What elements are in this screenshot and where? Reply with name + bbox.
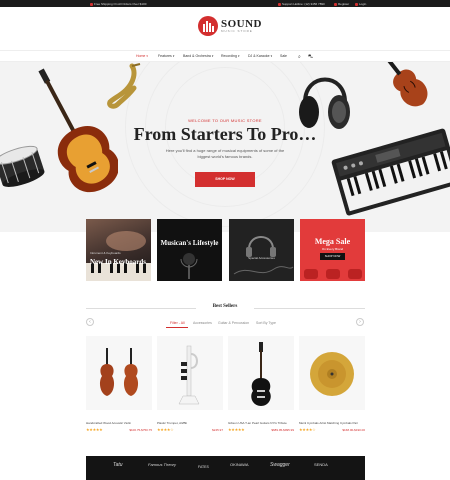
product-image[interactable] <box>299 336 365 410</box>
category-accessories-sub: Special Accessories <box>248 256 275 260</box>
chevron-down-icon: ▾ <box>172 54 175 58</box>
product-price: $245.97 <box>212 428 223 432</box>
nav-features[interactable]: Features▾ <box>158 54 174 58</box>
best-sellers-title: Best Sellers <box>212 304 238 309</box>
shipping-notice: Free Shipping On All Orders Over $100 <box>90 2 146 6</box>
nav-sale[interactable]: Sale <box>280 54 287 58</box>
product-image[interactable] <box>86 336 152 410</box>
category-accessories[interactable]: Special Accessories <box>229 219 294 281</box>
truck-icon <box>90 2 93 6</box>
brand-logos-bar: Tatu Famous Theory FATES OKINAWA Swagger… <box>86 456 365 480</box>
guitar-silhouette-image <box>304 269 362 279</box>
main-nav: Home▾ Features▾ Band & Orchestra▾ Record… <box>0 50 450 62</box>
category-lifestyle-title: Musican's Lifestyle <box>160 239 219 247</box>
chevron-down-icon: ▾ <box>270 54 273 58</box>
brand-logo[interactable]: Famous Theory <box>148 462 176 467</box>
brand-logo[interactable]: Swagger <box>270 462 290 468</box>
mega-sale-sub: On Every Brand <box>321 247 344 251</box>
category-keyboards-sub: Intrument & Keyboards <box>90 251 121 255</box>
lock-icon <box>355 2 358 6</box>
cart-icon[interactable]: ⛍ <box>308 54 313 61</box>
brand-logo[interactable]: OKINAWA <box>230 462 249 467</box>
brand-logo[interactable]: Tatu <box>113 462 123 468</box>
piano-keys-image <box>86 231 151 281</box>
logo-tagline: MUSIC STORE <box>221 29 253 33</box>
search-icon[interactable]: ⌕ <box>298 54 301 60</box>
top-bar: Free Shipping On All Orders Over $100 Su… <box>0 0 450 7</box>
hero-description: Here you'll find a huge range of musical… <box>165 148 285 159</box>
saxophone-image <box>107 63 141 109</box>
hero-title: From Starters To Pro… <box>133 124 317 144</box>
mega-sale-title: Mega Sale <box>314 237 351 246</box>
mega-sale-shop-button[interactable]: SHOP NOW <box>320 253 345 260</box>
nav-home[interactable]: Home▾ <box>136 54 148 58</box>
rating-stars-icon: ★★★★★ <box>86 427 103 432</box>
product-image[interactable] <box>157 336 223 410</box>
product-filter-tabs: Filter - All Accessories Guitar & Percus… <box>0 321 450 327</box>
tab-accessories[interactable]: Accessories <box>193 321 212 325</box>
nav-dj-karaoke[interactable]: DJ & Karaoke▾ <box>248 54 272 58</box>
hero-welcome: WELCOME TO OUR MUSIC STORE <box>188 118 262 123</box>
chevron-down-icon: ▾ <box>211 54 214 58</box>
product-name[interactable]: Meinl Cymbals Artist Matching Cymbals Pa… <box>299 421 365 425</box>
category-keyboards[interactable]: Intrument & Keyboards New In Keyboards <box>86 219 151 281</box>
support-hotline: Support Hotline: (12) 3456 7890 <box>278 2 325 6</box>
active-tab-indicator <box>166 327 188 328</box>
rating-stars-icon: ★★★★★ <box>228 427 245 432</box>
category-lifestyle[interactable]: Musican's Lifestyle <box>157 219 222 281</box>
product-price: $689.95-$995.99 <box>271 428 294 432</box>
electric-guitar-icon <box>251 342 271 406</box>
headphones-cable-image <box>233 236 294 275</box>
user-icon <box>334 2 337 6</box>
category-keyboards-title: New In Keyboards <box>90 258 147 266</box>
violin-pair-icon <box>99 348 139 396</box>
product-price: $168.00-$190.00 <box>342 428 365 432</box>
phone-icon <box>278 2 281 6</box>
brand-logo[interactable]: FATES <box>198 465 209 469</box>
shop-now-button[interactable]: SHOP NOW <box>195 172 255 187</box>
rating-stars-icon: ★★★★☆ <box>157 427 174 432</box>
chevron-down-icon: ▾ <box>237 54 240 58</box>
hero-banner: WELCOME TO OUR MUSIC STORE From Starters… <box>0 62 450 232</box>
logo-mark-icon <box>198 16 218 36</box>
chevron-down-icon: ▾ <box>146 54 148 58</box>
product-price: $100.75-$750.75 <box>129 428 152 432</box>
product-name[interactable]: Plastic Trumpet, Alt/Bb <box>157 421 223 425</box>
brand-logo[interactable]: SENDA <box>314 462 328 467</box>
site-logo[interactable]: SOUND MUSIC STORE <box>198 16 262 38</box>
nav-recording[interactable]: Recording▾ <box>221 54 239 58</box>
tab-sort-by-type[interactable]: Sort By Type <box>256 321 276 325</box>
tab-filter-all[interactable]: Filter - All <box>170 321 185 325</box>
rating-stars-icon: ★★★★☆ <box>299 427 316 432</box>
login-link[interactable]: Login <box>355 2 366 6</box>
cymbal-icon <box>310 352 354 396</box>
product-name[interactable]: Gibson USA T-an Pearl Guitars NYG Tribut… <box>228 421 294 425</box>
nav-band-orchestra[interactable]: Band & Orchestra▾ <box>183 54 213 58</box>
trumpet-icon <box>178 345 200 405</box>
category-mega-sale[interactable]: Mega Sale On Every Brand SHOP NOW <box>300 219 365 281</box>
tab-guitar-percussion[interactable]: Guitar & Percussion <box>218 321 249 325</box>
product-image[interactable] <box>228 336 294 410</box>
microphone-image <box>180 253 198 279</box>
product-name[interactable]: Handcrafted Wood Acoustic Violin <box>86 421 152 425</box>
register-link[interactable]: Register <box>334 2 349 6</box>
violin-image <box>383 62 428 107</box>
